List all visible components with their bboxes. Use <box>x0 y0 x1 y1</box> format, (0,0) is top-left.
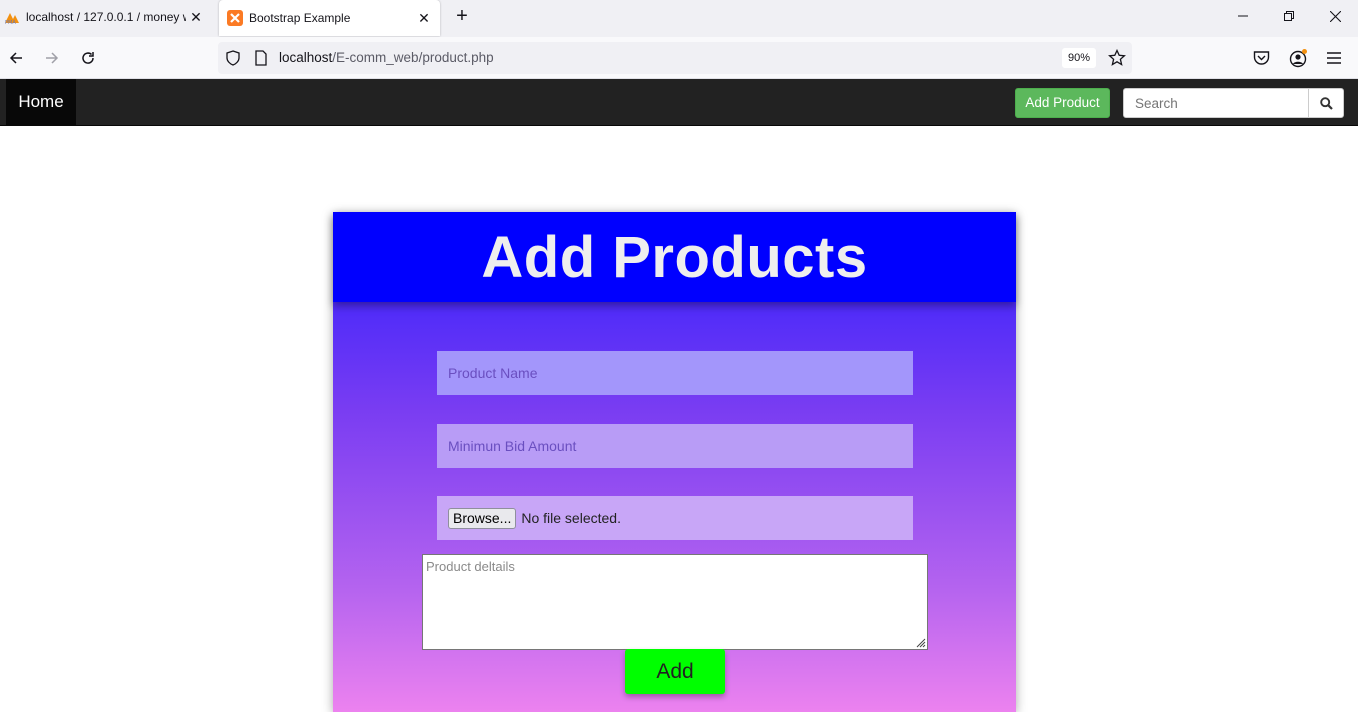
product-name-placeholder: Product Name <box>448 365 538 381</box>
file-status: No file selected. <box>521 510 621 526</box>
minimum-bid-placeholder: Minimun Bid Amount <box>448 438 577 454</box>
zoom-indicator[interactable]: 90% <box>1062 48 1096 68</box>
product-details-textarea[interactable]: Product deltails <box>422 554 928 650</box>
close-tab-icon[interactable]: ✕ <box>414 10 434 27</box>
reload-icon[interactable] <box>75 45 101 71</box>
url-host: localhost <box>279 50 333 65</box>
forward-icon[interactable] <box>39 45 65 71</box>
product-details-placeholder: Product deltails <box>426 559 515 574</box>
form-header: Add Products <box>333 212 1016 302</box>
browser-tab-strip: PMA localhost / 127.0.0.1 / money wa ✕ B… <box>0 0 1358 37</box>
tab-title: Bootstrap Example <box>249 11 351 25</box>
url-text[interactable]: localhost/E-comm_web/product.php <box>279 50 494 65</box>
site-navbar: Home Add Product <box>0 79 1358 126</box>
url-path: /E-comm_web/product.php <box>332 50 494 65</box>
search-icon <box>1319 96 1333 110</box>
minimize-icon[interactable] <box>1220 0 1266 32</box>
account-icon[interactable] <box>1289 48 1309 68</box>
browser-toolbar: localhost/E-comm_web/product.php 90% <box>0 37 1358 79</box>
add-product-form: Add Products Product Name Minimun Bid Am… <box>333 212 1016 712</box>
browse-button[interactable]: Browse... <box>448 507 517 529</box>
close-tab-icon[interactable]: ✕ <box>186 9 206 26</box>
xampp-icon <box>227 10 243 26</box>
svg-text:PMA: PMA <box>5 20 16 25</box>
menu-icon[interactable] <box>1326 51 1342 65</box>
page-icon[interactable] <box>254 50 268 66</box>
file-upload-field: Browse... No file selected. <box>437 496 913 540</box>
form-title: Add Products <box>481 224 868 290</box>
restore-icon[interactable] <box>1266 0 1312 32</box>
tab-title: localhost / 127.0.0.1 / money wa <box>26 10 186 24</box>
tab-bootstrap-example[interactable]: Bootstrap Example ✕ <box>219 0 440 36</box>
resize-grip-icon[interactable] <box>914 636 926 648</box>
add-submit-button[interactable]: Add <box>625 649 725 694</box>
search-button[interactable] <box>1308 88 1344 118</box>
close-window-icon[interactable] <box>1312 0 1358 32</box>
add-product-button[interactable]: Add Product <box>1015 88 1110 118</box>
tab-phpmyadmin[interactable]: PMA localhost / 127.0.0.1 / money wa ✕ <box>0 0 212 34</box>
phpmyadmin-icon: PMA <box>5 13 19 25</box>
back-icon[interactable] <box>3 45 29 71</box>
minimum-bid-field[interactable]: Minimun Bid Amount <box>437 424 913 468</box>
pocket-icon[interactable] <box>1253 50 1270 66</box>
shield-icon[interactable] <box>225 50 241 66</box>
search-input[interactable] <box>1123 88 1309 118</box>
new-tab-icon[interactable]: + <box>452 5 472 29</box>
home-link[interactable]: Home <box>6 79 76 125</box>
product-name-field[interactable]: Product Name <box>437 351 913 395</box>
url-bar[interactable]: localhost/E-comm_web/product.php 90% <box>218 42 1132 74</box>
bookmark-star-icon[interactable] <box>1108 49 1126 67</box>
